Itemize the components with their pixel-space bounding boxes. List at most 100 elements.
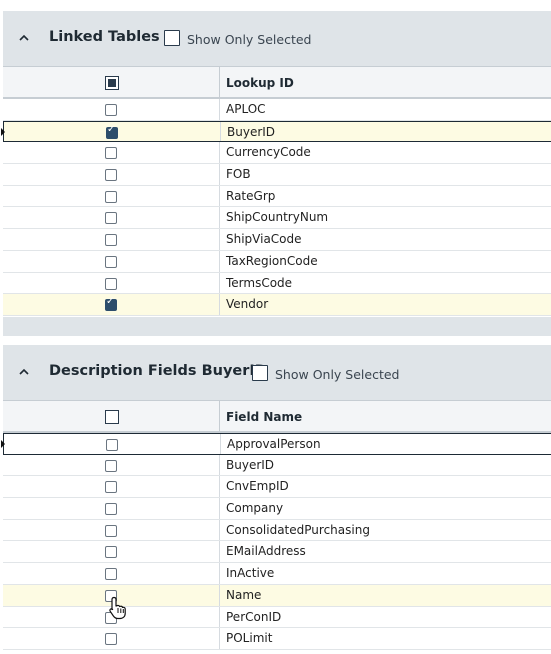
table-row[interactable]: TermsCode xyxy=(3,272,551,295)
row-checkbox[interactable] xyxy=(105,546,117,559)
column-separator xyxy=(219,99,220,120)
table-row[interactable]: Name xyxy=(3,584,551,607)
row-checkbox[interactable] xyxy=(105,234,117,247)
row-checkbox[interactable] xyxy=(105,277,117,290)
lookup-grid: Lookup ID APLOC BuyerID CurrencyCode FOB Rat… xyxy=(1,66,551,317)
column-separator xyxy=(219,541,220,563)
row-label: ShipCountryNum xyxy=(226,210,329,225)
table-row[interactable]: EMailAddress xyxy=(3,541,551,564)
table-row[interactable]: POLimit xyxy=(3,628,551,650)
row-label: Vendor xyxy=(226,297,269,312)
column-separator xyxy=(219,294,220,315)
column-separator xyxy=(219,229,220,250)
column-separator xyxy=(219,454,220,476)
column-header-lookup-id[interactable]: Lookup ID xyxy=(226,76,294,90)
column-separator xyxy=(219,164,220,185)
show-only-selected-label: Show Only Selected xyxy=(187,32,312,47)
row-checkbox[interactable] xyxy=(105,104,117,116)
column-separator xyxy=(219,142,220,164)
row-label: ShipViaCode xyxy=(226,232,302,247)
table-row[interactable]: RateGrp xyxy=(3,185,551,208)
row-label: APLOC xyxy=(226,102,266,116)
grid-header: Field Name xyxy=(3,400,551,433)
row-label: RateGrp xyxy=(226,188,276,203)
row-checkbox[interactable] xyxy=(105,524,117,537)
column-separator xyxy=(219,207,220,229)
table-row[interactable]: ShipCountryNum xyxy=(3,207,551,230)
row-label: Name xyxy=(226,587,262,602)
row-checkbox[interactable] xyxy=(105,481,117,494)
show-only-selected-label: Show Only Selected xyxy=(275,367,400,382)
row-label: BuyerID xyxy=(226,457,275,472)
linked-tables-header: Linked Tables Show Only Selected xyxy=(3,11,551,65)
row-label: TermsCode xyxy=(226,275,293,290)
row-indicator-icon xyxy=(1,127,5,136)
column-separator xyxy=(219,519,220,541)
column-separator xyxy=(219,584,220,606)
table-row[interactable]: FOB xyxy=(3,164,551,186)
select-all-checkbox[interactable] xyxy=(105,410,119,424)
grid-header: Lookup ID xyxy=(3,66,551,99)
row-label: EMailAddress xyxy=(226,544,306,559)
panel-title: Linked Tables xyxy=(49,29,160,45)
column-separator xyxy=(219,185,220,207)
row-checkbox[interactable] xyxy=(105,255,117,268)
column-separator xyxy=(219,628,220,649)
row-label: POLimit xyxy=(226,631,273,646)
table-row[interactable]: BuyerID xyxy=(3,454,551,477)
row-checkbox[interactable] xyxy=(105,459,117,472)
linked-tables-panel: Linked Tables Show Only Selected Lookup … xyxy=(1,11,551,336)
lookup-rows: APLOC BuyerID CurrencyCode FOB RateGrp ShipCo… xyxy=(1,99,551,316)
row-label: TaxRegionCode xyxy=(226,253,318,268)
row-label: ConsolidatedPurchasing xyxy=(226,522,370,537)
field-rows: ApprovalPerson BuyerID CnvEmpID Company Cons… xyxy=(1,433,551,650)
row-label: Company xyxy=(226,501,284,516)
row-checkbox[interactable] xyxy=(106,439,118,451)
row-label: CnvEmpID xyxy=(226,479,289,494)
column-separator xyxy=(220,121,221,142)
row-checkbox[interactable] xyxy=(105,212,117,225)
table-row[interactable]: Company xyxy=(3,498,551,520)
row-label: InActive xyxy=(226,566,275,581)
row-label: ApprovalPerson xyxy=(227,437,321,451)
chevron-up-icon[interactable] xyxy=(17,31,31,45)
table-row[interactable]: CnvEmpID xyxy=(3,476,551,499)
table-row[interactable]: APLOC xyxy=(3,99,551,121)
field-grid: Field Name ApprovalPerson BuyerID CnvEmpID… xyxy=(1,400,551,654)
panel-title: Description Fields BuyerID xyxy=(49,363,267,379)
description-fields-panel: Description Fields BuyerID Show Only Sel… xyxy=(1,345,551,654)
table-row[interactable]: ConsolidatedPurchasing xyxy=(3,519,551,542)
row-checkbox[interactable] xyxy=(105,190,117,203)
column-separator xyxy=(219,563,220,584)
column-separator xyxy=(219,476,220,498)
column-separator xyxy=(220,434,221,454)
table-row[interactable]: CurrencyCode xyxy=(3,142,551,165)
column-header-field-name[interactable]: Field Name xyxy=(226,410,302,424)
row-label: PerConID xyxy=(226,609,282,624)
chevron-up-icon[interactable] xyxy=(17,365,31,379)
table-row[interactable]: PerConID xyxy=(3,606,551,629)
table-row[interactable]: TaxRegionCode xyxy=(3,250,551,273)
row-checkbox[interactable] xyxy=(105,568,117,581)
table-row[interactable]: ShipViaCode xyxy=(3,229,551,251)
row-label: BuyerID xyxy=(227,124,276,139)
row-checkbox[interactable] xyxy=(105,169,117,182)
row-label: CurrencyCode xyxy=(226,145,311,160)
row-indicator-icon xyxy=(1,440,5,448)
row-checkbox[interactable] xyxy=(105,633,117,646)
row-checkbox[interactable] xyxy=(105,503,117,516)
column-separator xyxy=(219,67,220,97)
row-checkbox[interactable] xyxy=(105,147,117,160)
show-only-selected-checkbox[interactable] xyxy=(164,30,180,46)
table-row[interactable]: InActive xyxy=(3,563,551,585)
table-row[interactable]: ApprovalPerson xyxy=(1,433,551,455)
row-checkbox[interactable] xyxy=(106,124,118,139)
table-row[interactable]: Vendor xyxy=(3,294,551,316)
table-row[interactable]: BuyerID xyxy=(1,120,551,143)
select-all-checkbox[interactable] xyxy=(105,76,119,90)
row-checkbox[interactable] xyxy=(105,296,117,312)
column-separator xyxy=(219,498,220,519)
show-only-selected-checkbox[interactable] xyxy=(252,365,268,381)
column-separator xyxy=(219,250,220,272)
column-separator xyxy=(219,401,220,431)
